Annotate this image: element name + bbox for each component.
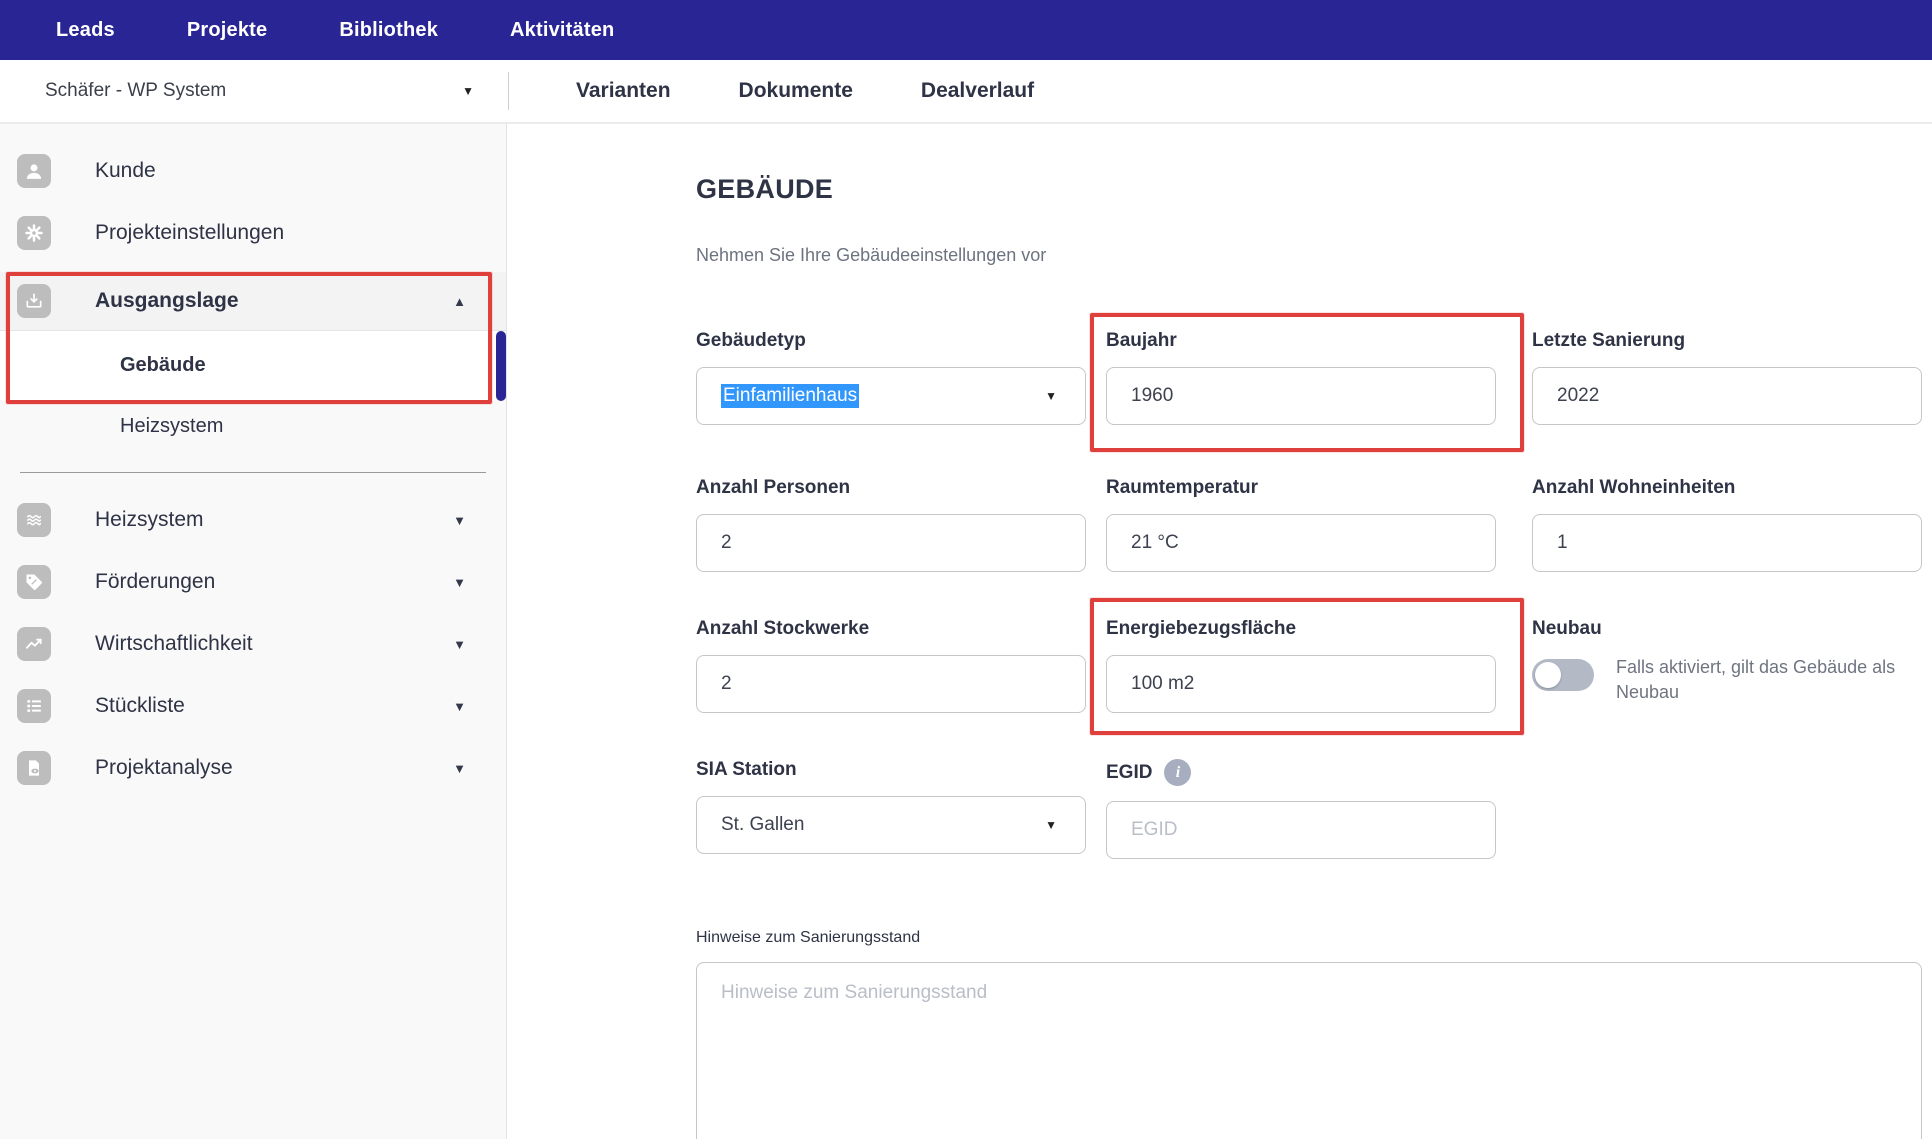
anzahl-wohneinheiten-label: Anzahl Wohneinheiten — [1532, 477, 1922, 499]
hinweise-label: Hinweise zum Sanierungsstand — [696, 929, 920, 946]
page-title: GEBÄUDE — [696, 174, 1932, 204]
sidebar-item-projekteinstellungen[interactable]: Projekteinstellungen — [0, 202, 506, 264]
sidebar-item-ausgangslage[interactable]: Ausgangslage ▲ — [0, 272, 506, 330]
neubau-description: Falls aktiviert, gilt das Gebäude als Ne… — [1616, 655, 1922, 705]
top-navigation: Leads Projekte Bibliothek Aktivitäten — [0, 0, 1932, 60]
nav-item-aktivitaeten[interactable]: Aktivitäten — [510, 19, 614, 42]
nav-item-leads[interactable]: Leads — [56, 19, 115, 42]
info-icon[interactable]: i — [1164, 759, 1191, 786]
neubau-label: Neubau — [1532, 618, 1922, 640]
chevron-down-icon: ▼ — [453, 699, 466, 714]
baujahr-input[interactable] — [1106, 367, 1496, 425]
sidebar-item-heizsystem-sub[interactable]: Heizsystem — [0, 400, 506, 452]
sidebar-item-label: Projektanalyse — [95, 756, 453, 780]
trend-icon — [17, 627, 51, 661]
project-selector-value: Schäfer - WP System — [45, 80, 226, 102]
chevron-down-icon: ▼ — [462, 84, 474, 98]
building-form: Gebäudetyp Einfamilienhaus ▼ Baujahr — [696, 330, 1932, 1139]
page-subtitle: Nehmen Sie Ihre Gebäudeeinstellungen vor — [696, 244, 1932, 266]
chevron-down-icon: ▼ — [453, 637, 466, 652]
project-tabs: Varianten Dokumente Dealverlauf — [576, 79, 1034, 103]
document-eye-icon — [17, 751, 51, 785]
main-content: GEBÄUDE Nehmen Sie Ihre Gebäudeeinstellu… — [507, 124, 1932, 1139]
inbox-icon — [17, 284, 51, 318]
sidebar-item-label: Förderungen — [95, 570, 453, 594]
gear-icon — [17, 216, 51, 250]
tag-icon — [17, 565, 51, 599]
tab-dealverlauf[interactable]: Dealverlauf — [921, 79, 1034, 103]
sidebar-item-label: Stückliste — [95, 694, 453, 718]
user-icon — [17, 154, 51, 188]
nav-item-bibliothek[interactable]: Bibliothek — [339, 19, 438, 42]
sidebar-item-heizsystem[interactable]: Heizsystem ▼ — [0, 489, 506, 551]
sidebar-item-label: Ausgangslage — [95, 289, 453, 313]
chevron-down-icon: ▼ — [453, 575, 466, 590]
egid-input[interactable] — [1106, 801, 1496, 859]
sia-station-label: SIA Station — [696, 759, 1086, 781]
tab-varianten[interactable]: Varianten — [576, 79, 671, 103]
letzte-sanierung-label: Letzte Sanierung — [1532, 330, 1922, 352]
neubau-toggle[interactable] — [1532, 659, 1594, 691]
sidebar-item-label: Projekteinstellungen — [95, 221, 466, 245]
anzahl-personen-input[interactable] — [696, 514, 1086, 572]
active-indicator-bar — [496, 331, 506, 401]
anzahl-stockwerke-label: Anzahl Stockwerke — [696, 618, 1086, 640]
project-selector[interactable]: Schäfer - WP System ▼ — [0, 80, 508, 102]
egid-label: EGID — [1106, 762, 1152, 784]
anzahl-stockwerke-input[interactable] — [696, 655, 1086, 713]
chevron-down-icon: ▼ — [1045, 818, 1057, 832]
chevron-down-icon: ▼ — [453, 513, 466, 528]
chevron-down-icon: ▼ — [1045, 389, 1057, 403]
nav-item-projekte[interactable]: Projekte — [187, 19, 268, 42]
app-window: Leads Projekte Bibliothek Aktivitäten Sc… — [0, 0, 1932, 1139]
sidebar-item-label: Heizsystem — [120, 415, 223, 438]
gebaeudetyp-selected-value: Einfamilienhaus — [721, 384, 859, 408]
sidebar-item-projektanalyse[interactable]: Projektanalyse ▼ — [0, 737, 506, 799]
sidebar-divider — [20, 472, 486, 473]
sidebar-item-gebaeude[interactable]: Gebäude — [0, 330, 506, 400]
chevron-up-icon: ▲ — [453, 294, 466, 309]
sia-station-selected-value: St. Gallen — [721, 814, 804, 836]
waves-icon — [17, 503, 51, 537]
chevron-down-icon: ▼ — [453, 761, 466, 776]
gebaeudetyp-label: Gebäudetyp — [696, 330, 1086, 352]
sidebar-item-label: Gebäude — [120, 354, 206, 377]
energiebezugsflaeche-input[interactable] — [1106, 655, 1496, 713]
sidebar-item-label: Heizsystem — [95, 508, 453, 532]
letzte-sanierung-input[interactable] — [1532, 367, 1922, 425]
sidebar-item-kunde[interactable]: Kunde — [0, 140, 506, 202]
sidebar-item-label: Kunde — [95, 159, 466, 183]
raumtemperatur-input[interactable] — [1106, 514, 1496, 572]
anzahl-personen-label: Anzahl Personen — [696, 477, 1086, 499]
toolbar-divider — [508, 72, 509, 110]
tab-dokumente[interactable]: Dokumente — [739, 79, 853, 103]
sidebar: Kunde Projekteinstellungen — [0, 124, 507, 1139]
hinweise-textarea[interactable] — [696, 962, 1922, 1139]
raumtemperatur-label: Raumtemperatur — [1106, 477, 1496, 499]
energiebezugsflaeche-label: Energiebezugsfläche — [1106, 618, 1496, 640]
sia-station-select[interactable]: St. Gallen ▼ — [696, 796, 1086, 854]
sidebar-item-stueckliste[interactable]: Stückliste ▼ — [0, 675, 506, 737]
baujahr-label: Baujahr — [1106, 330, 1496, 352]
gebaeudetyp-select[interactable]: Einfamilienhaus ▼ — [696, 367, 1086, 425]
project-toolbar: Schäfer - WP System ▼ Varianten Dokument… — [0, 60, 1932, 124]
toggle-knob — [1535, 662, 1561, 688]
sidebar-item-label: Wirtschaftlichkeit — [95, 632, 453, 656]
anzahl-wohneinheiten-input[interactable] — [1532, 514, 1922, 572]
sidebar-item-foerderungen[interactable]: Förderungen ▼ — [0, 551, 506, 613]
sidebar-item-wirtschaftlichkeit[interactable]: Wirtschaftlichkeit ▼ — [0, 613, 506, 675]
table-icon — [17, 689, 51, 723]
